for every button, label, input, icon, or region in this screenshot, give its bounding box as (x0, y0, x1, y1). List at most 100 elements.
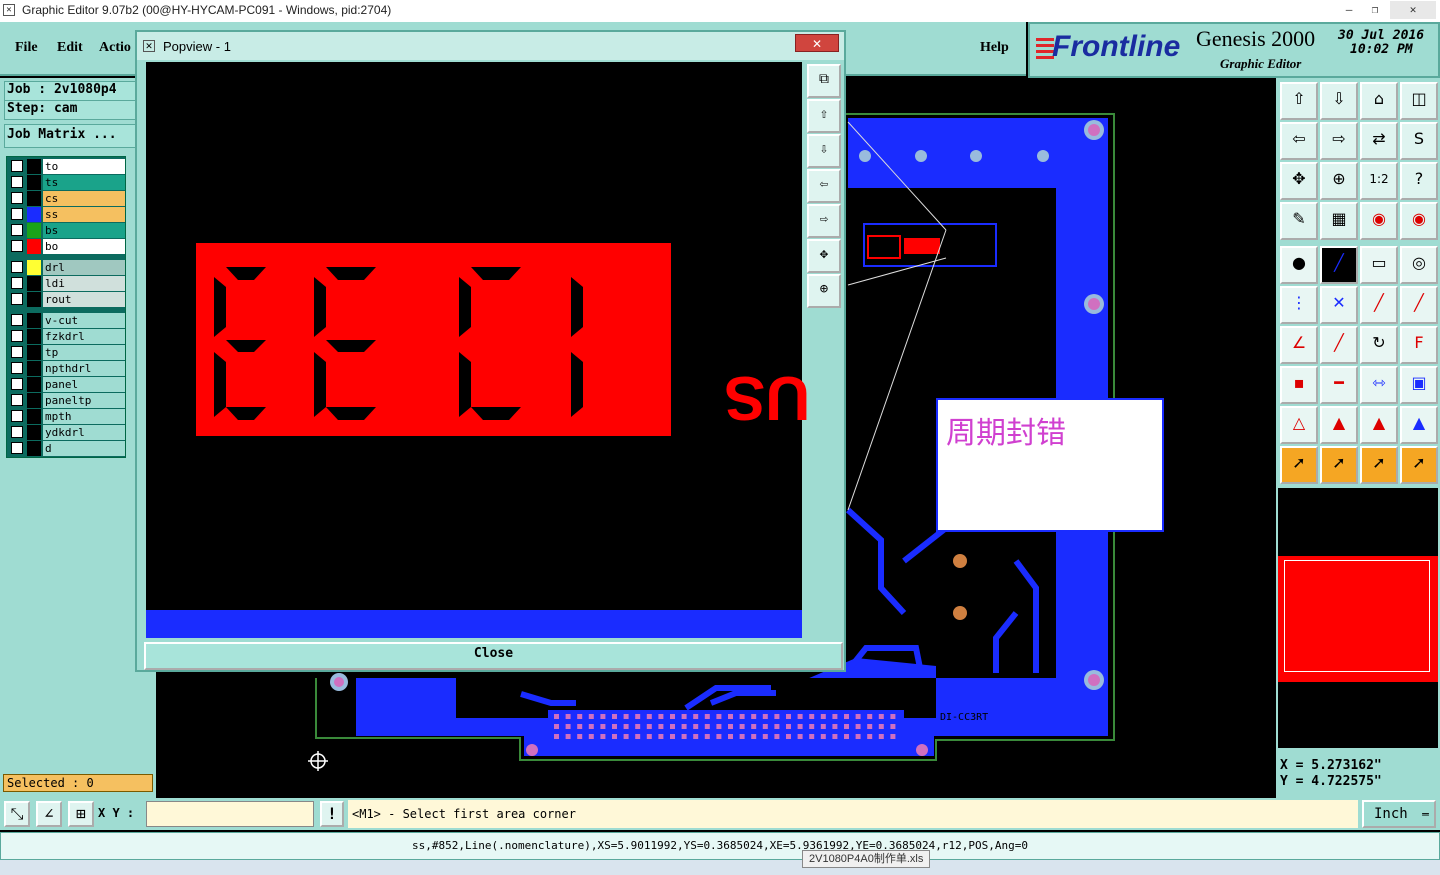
layer-checkbox[interactable] (11, 277, 23, 289)
layer-checkbox[interactable] (11, 224, 23, 236)
layer-row-drl[interactable]: drl (9, 260, 127, 275)
tool-move-down-icon[interactable]: ⇩ (1320, 82, 1358, 120)
tool-slash-icon[interactable]: ╱ (1320, 326, 1358, 364)
minimize-button[interactable]: — (1336, 1, 1362, 19)
layer-row-to[interactable]: to (9, 159, 127, 174)
tool-cross-icon[interactable]: ✕ (1320, 286, 1358, 324)
layer-name[interactable]: bo (43, 239, 125, 254)
tool-help-icon[interactable]: ? (1400, 162, 1438, 200)
layer-row-panel[interactable]: panel (9, 377, 127, 392)
menu-help[interactable]: Help (980, 40, 1009, 56)
grid-tool-icon[interactable]: ⊞ (68, 801, 94, 827)
measure-tool-icon[interactable]: ⤡ (4, 801, 30, 827)
layer-color-swatch[interactable] (27, 329, 41, 344)
tool-grid-icon[interactable]: ▦ (1320, 202, 1358, 240)
layer-name[interactable]: ss (43, 207, 125, 222)
tool-measure-icon[interactable]: ⇿ (1360, 366, 1398, 404)
layer-checkbox[interactable] (11, 362, 23, 374)
tool-arc-icon[interactable]: ↻ (1360, 326, 1398, 364)
tool-layer-b-icon[interactable]: ◉ (1400, 202, 1438, 240)
layer-checkbox[interactable] (11, 442, 23, 454)
tool-step-icon[interactable]: S (1400, 122, 1438, 160)
layer-row-ss[interactable]: ss (9, 207, 127, 222)
tool-segment-icon[interactable]: ╱ (1360, 286, 1398, 324)
layer-name[interactable]: d (43, 441, 125, 456)
tool-target-icon[interactable]: ◎ (1400, 246, 1438, 284)
layer-checkbox[interactable] (11, 240, 23, 252)
layer-checkbox[interactable] (11, 394, 23, 406)
tool-split-icon[interactable]: ━ (1320, 366, 1358, 404)
alert-icon[interactable]: ! (320, 801, 344, 827)
layer-row-d[interactable]: d (9, 441, 127, 456)
layer-color-swatch[interactable] (27, 292, 41, 307)
layer-name[interactable]: npthdrl (43, 361, 125, 376)
tool-select-b-icon[interactable]: ➚ (1360, 446, 1398, 484)
tool-window-icon[interactable]: ◫ (1400, 82, 1438, 120)
tool-node-icon[interactable]: ▪ (1280, 366, 1318, 404)
layer-checkbox[interactable] (11, 293, 23, 305)
close-window-button[interactable]: ✕ (1390, 1, 1436, 19)
tool-group-icon[interactable]: ▣ (1400, 366, 1438, 404)
layer-row-fzkdrl[interactable]: fzkdrl (9, 329, 127, 344)
tool-triangle-b-icon[interactable]: ▲ (1320, 406, 1358, 444)
layer-checkbox[interactable] (11, 314, 23, 326)
layer-checkbox[interactable] (11, 261, 23, 273)
layer-name[interactable]: v-cut (43, 313, 125, 328)
layer-color-swatch[interactable] (27, 313, 41, 328)
tool-swap-icon[interactable]: ⇄ (1360, 122, 1398, 160)
layer-color-swatch[interactable] (27, 393, 41, 408)
layer-color-swatch[interactable] (27, 260, 41, 275)
menu-edit[interactable]: Edit (57, 40, 83, 56)
tool-fit-icon[interactable]: ✥ (1280, 162, 1318, 200)
layer-name[interactable]: drl (43, 260, 125, 275)
popview-close-button[interactable]: Close (144, 642, 843, 670)
tool-triangle-icon[interactable]: △ (1280, 406, 1318, 444)
layer-color-swatch[interactable] (27, 159, 41, 174)
tool-select-c-icon[interactable]: ➚ (1400, 446, 1438, 484)
layer-row-v-cut[interactable]: v-cut (9, 313, 127, 328)
popview-pan-left-icon[interactable]: ⇦ (807, 169, 841, 203)
layer-name[interactable]: cs (43, 191, 125, 206)
unit-selector[interactable]: Inch ═ (1362, 800, 1436, 828)
layer-checkbox[interactable] (11, 378, 23, 390)
layer-checkbox[interactable] (11, 426, 23, 438)
popview-pan-right-icon[interactable]: ⇨ (807, 204, 841, 238)
layer-color-swatch[interactable] (27, 191, 41, 206)
tool-triangle-d-icon[interactable]: ▲ (1400, 406, 1438, 444)
tool-snap-icon[interactable]: ✎ (1280, 202, 1318, 240)
layer-row-paneltp[interactable]: paneltp (9, 393, 127, 408)
angle-tool-icon[interactable]: ∠ (36, 801, 62, 827)
job-matrix-button[interactable]: Job Matrix ... (4, 124, 138, 148)
layer-color-swatch[interactable] (27, 441, 41, 456)
layer-checkbox[interactable] (11, 208, 23, 220)
layer-checkbox[interactable] (11, 330, 23, 342)
tool-move-up-icon[interactable]: ⇧ (1280, 82, 1318, 120)
layer-row-ydkdrl[interactable]: ydkdrl (9, 425, 127, 440)
layer-name[interactable]: ydkdrl (43, 425, 125, 440)
taskbar-file-tooltip[interactable]: 2V1080P4A0制作单.xls (802, 850, 931, 868)
tool-triangle-c-icon[interactable]: ▲ (1360, 406, 1398, 444)
layer-row-rout[interactable]: rout (9, 292, 127, 307)
layer-color-swatch[interactable] (27, 207, 41, 222)
tool-ruler-icon[interactable]: ▭ (1360, 246, 1398, 284)
layer-color-swatch[interactable] (27, 239, 41, 254)
layer-color-swatch[interactable] (27, 345, 41, 360)
layer-row-npthdrl[interactable]: npthdrl (9, 361, 127, 376)
layer-name[interactable]: tp (43, 345, 125, 360)
layer-color-swatch[interactable] (27, 425, 41, 440)
tool-line-icon[interactable]: ╱ (1320, 246, 1358, 284)
layer-name[interactable]: rout (43, 292, 125, 307)
layer-checkbox[interactable] (11, 346, 23, 358)
tool-scale-icon[interactable]: 1:2 (1360, 162, 1398, 200)
layer-row-ldi[interactable]: ldi (9, 276, 127, 291)
layer-row-bs[interactable]: bs (9, 223, 127, 238)
tool-flip-icon[interactable]: F (1400, 326, 1438, 364)
tool-move-left-icon[interactable]: ⇦ (1280, 122, 1318, 160)
tool-connect-icon[interactable]: ⋮ (1280, 286, 1318, 324)
layer-row-mpth[interactable]: mpth (9, 409, 127, 424)
layer-checkbox[interactable] (11, 176, 23, 188)
layer-color-swatch[interactable] (27, 276, 41, 291)
tool-home-icon[interactable]: ⌂ (1360, 82, 1398, 120)
layer-checkbox[interactable] (11, 410, 23, 422)
layer-row-ts[interactable]: ts (9, 175, 127, 190)
